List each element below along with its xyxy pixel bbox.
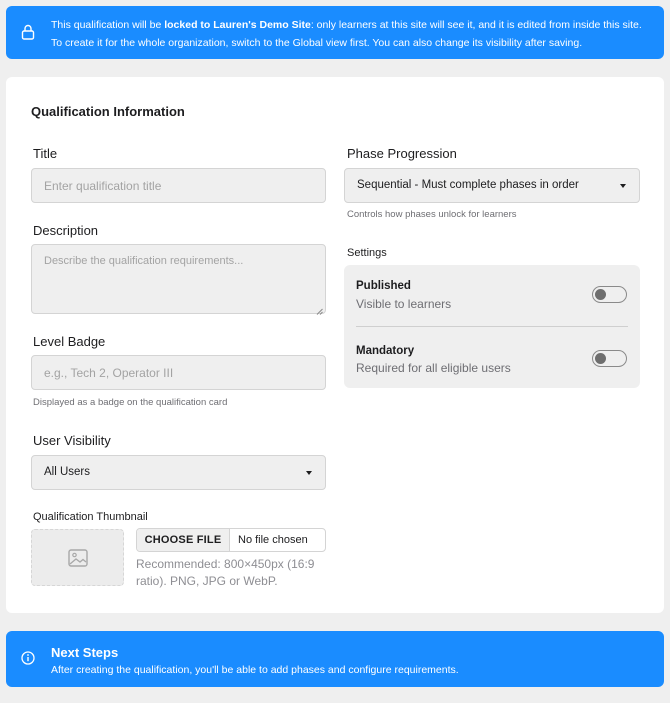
user-visibility-value: All Users xyxy=(44,466,91,478)
mandatory-title: Mandatory xyxy=(356,345,415,357)
level-badge-input[interactable]: e.g., Tech 2, Operator III xyxy=(31,355,326,390)
description-placeholder: Describe the qualification requirements.… xyxy=(44,255,244,267)
section-title: Qualification Information xyxy=(31,104,185,119)
published-toggle[interactable] xyxy=(592,286,627,303)
phase-progression-help: Controls how phases unlock for learners xyxy=(347,209,517,220)
resize-handle-icon[interactable] xyxy=(316,304,323,315)
locked-site-name: locked to Lauren's Demo Site xyxy=(164,19,311,31)
description-label: Description xyxy=(33,223,99,238)
settings-label: Settings xyxy=(347,247,387,259)
notice-line-2: To create it for the whole organization,… xyxy=(51,37,583,49)
settings-divider xyxy=(356,326,628,327)
level-badge-help: Displayed as a badge on the qualificatio… xyxy=(33,397,228,408)
site-lock-notice: This qualification will be locked to Lau… xyxy=(6,6,664,59)
file-status: No file chosen xyxy=(238,534,308,546)
phase-progression-value: Sequential - Must complete phases in ord… xyxy=(357,179,579,191)
level-badge-label: Level Badge xyxy=(33,334,106,349)
thumbnail-recommendation: Recommended: 800×450px (16:9 ratio). PNG… xyxy=(136,557,315,588)
chevron-down-icon xyxy=(306,471,312,475)
published-desc: Visible to learners xyxy=(356,297,452,311)
image-placeholder-icon xyxy=(68,549,88,572)
mandatory-desc: Required for all eligible users xyxy=(356,361,511,375)
title-placeholder: Enter qualification title xyxy=(44,179,162,193)
toggle-knob xyxy=(595,289,606,300)
title-label: Title xyxy=(33,146,58,161)
phase-progression-select[interactable]: Sequential - Must complete phases in ord… xyxy=(344,168,640,203)
next-steps-desc: After creating the qualification, you'll… xyxy=(51,664,459,676)
next-steps-notice: Next Steps After creating the qualificat… xyxy=(6,631,664,687)
description-textarea[interactable]: Describe the qualification requirements.… xyxy=(31,244,326,315)
user-visibility-label: User Visibility xyxy=(33,433,111,448)
chevron-down-icon xyxy=(620,184,626,188)
user-visibility-select[interactable]: All Users xyxy=(31,455,326,490)
level-badge-placeholder: e.g., Tech 2, Operator III xyxy=(44,366,174,380)
title-input[interactable]: Enter qualification title xyxy=(31,168,326,203)
info-icon xyxy=(21,651,35,670)
toggle-knob xyxy=(595,353,606,364)
phase-progression-label: Phase Progression xyxy=(347,146,457,161)
lock-icon xyxy=(21,24,35,45)
thumbnail-preview xyxy=(31,529,124,586)
choose-file-button[interactable]: CHOOSE FILE xyxy=(137,529,230,551)
mandatory-toggle[interactable] xyxy=(592,350,627,367)
file-picker[interactable]: CHOOSE FILE No file chosen xyxy=(136,528,326,552)
notice-line-1: This qualification will be locked to Lau… xyxy=(51,19,642,31)
next-steps-title: Next Steps xyxy=(51,645,119,660)
published-title: Published xyxy=(356,280,411,292)
thumbnail-label: Qualification Thumbnail xyxy=(33,511,148,523)
